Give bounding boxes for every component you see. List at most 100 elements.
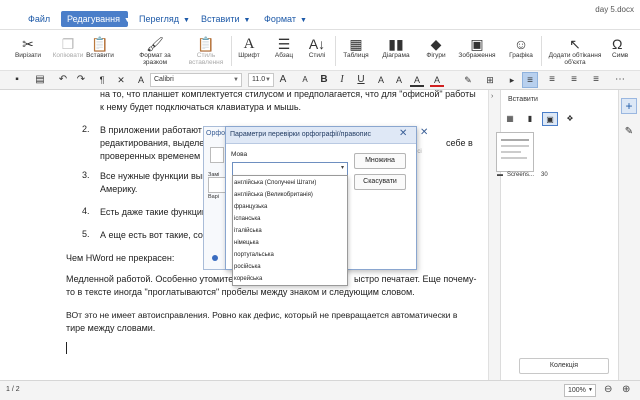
language-select[interactable]: ▾ bbox=[232, 162, 348, 176]
paste-label: Вставити bbox=[86, 52, 114, 59]
doc-line: Все нужные функции вын bbox=[100, 171, 208, 181]
paragraph-button[interactable]: ☰ Абзац bbox=[266, 36, 302, 68]
tab-chart-icon[interactable]: ▮ bbox=[522, 112, 538, 126]
language-option[interactable]: німецька bbox=[234, 238, 344, 249]
font-button[interactable]: A Шрифт bbox=[232, 36, 266, 68]
add-icon[interactable]: + bbox=[621, 98, 637, 114]
language-option[interactable]: іспанська bbox=[234, 214, 344, 225]
thumbnail-count: 30 bbox=[541, 172, 548, 178]
cancel-button[interactable]: Скасувати bbox=[354, 174, 406, 190]
image-button[interactable]: ▣ Зображення bbox=[454, 36, 500, 68]
chevron-down-icon: ▼ bbox=[588, 387, 593, 393]
print-icon[interactable]: ▤ bbox=[33, 73, 47, 87]
image-thumbnail[interactable] bbox=[496, 132, 534, 172]
paste-style-button[interactable]: 📋 Стиль вставлення bbox=[184, 36, 228, 68]
close-icon[interactable]: ✕ bbox=[420, 127, 428, 138]
chevron-right-icon[interactable]: › bbox=[491, 93, 493, 100]
menu-format-label: Формат bbox=[264, 14, 296, 24]
symbol-button[interactable]: Ω Симв bbox=[612, 36, 640, 68]
clear-format-icon[interactable]: ✕ bbox=[115, 73, 127, 87]
pen-icon[interactable]: ✎ bbox=[462, 73, 474, 87]
chevron-down-icon: ▼ bbox=[243, 17, 251, 24]
bold-icon[interactable]: B bbox=[318, 73, 330, 87]
italic-icon[interactable]: I bbox=[336, 73, 348, 87]
shrink-font-icon[interactable]: A bbox=[298, 73, 312, 87]
align-center-icon[interactable]: ≡ bbox=[544, 72, 560, 88]
wrap-button[interactable]: ↖ Додати обтікання об'єкта bbox=[544, 36, 606, 68]
language-option[interactable]: англійська (Великобританія) bbox=[234, 190, 344, 201]
wrap-label: Додати обтікання об'єкта bbox=[548, 52, 602, 66]
shapes-label: Фігури bbox=[426, 52, 446, 59]
language-option[interactable]: португальська bbox=[234, 250, 344, 261]
language-option[interactable]: французька bbox=[234, 202, 344, 213]
collection-button[interactable]: Колекція bbox=[519, 358, 609, 374]
paragraph-label: Абзац bbox=[274, 52, 294, 59]
font-color-icon[interactable]: A bbox=[410, 73, 424, 87]
styles-button[interactable]: A↓ Стилі bbox=[302, 36, 332, 68]
shapes-icon: ◆ bbox=[430, 36, 442, 52]
document-title: day 5.docx bbox=[595, 5, 634, 14]
chart-label: Діаграма bbox=[382, 52, 410, 59]
font-label: Шрифт bbox=[238, 52, 260, 59]
menu-edit[interactable]: Редагування ▼ bbox=[61, 11, 131, 27]
side-panel-title: Вставити bbox=[508, 96, 538, 103]
tab-image-icon[interactable]: ▣ bbox=[542, 112, 558, 126]
shapes-button[interactable]: ◆ Фігури bbox=[418, 36, 454, 68]
doc-line: себе в bbox=[446, 138, 473, 148]
grow-font-icon[interactable]: A bbox=[276, 73, 290, 87]
redo-icon[interactable]: ↷ bbox=[74, 73, 88, 87]
graphics-button[interactable]: ☺ Графіка bbox=[502, 36, 540, 68]
more-icon[interactable]: ▸ bbox=[506, 73, 518, 87]
zoom-in-icon[interactable]: ⊕ bbox=[622, 384, 630, 395]
menu-file[interactable]: Файл bbox=[28, 11, 50, 27]
insert-link-icon[interactable]: ⊞ bbox=[484, 73, 496, 87]
language-option[interactable]: італійська bbox=[234, 226, 344, 237]
underline-icon[interactable]: U bbox=[355, 73, 367, 87]
para-mark-icon[interactable]: ¶ bbox=[96, 73, 108, 87]
highlight-color-icon[interactable]: A bbox=[430, 73, 444, 87]
chevron-down-icon: ▼ bbox=[233, 77, 239, 83]
list-number: 4. bbox=[82, 206, 90, 216]
more-format-icon[interactable]: ⋯ bbox=[612, 72, 628, 88]
language-option[interactable]: корейська bbox=[234, 274, 344, 285]
save-icon[interactable]: ▪ bbox=[10, 73, 24, 87]
font-name-select[interactable]: Calibri ▼ bbox=[150, 73, 242, 87]
multiple-button[interactable]: Множина bbox=[354, 153, 406, 169]
align-right-icon[interactable]: ≡ bbox=[566, 72, 582, 88]
doc-line: Америку. bbox=[100, 184, 138, 194]
align-justify-icon[interactable]: ≡ bbox=[588, 72, 604, 88]
zoom-select[interactable]: 100% ▼ bbox=[564, 384, 596, 397]
paste-button[interactable]: 📋 Вставити bbox=[82, 36, 118, 68]
align-left-icon[interactable]: ≡ bbox=[522, 72, 538, 88]
doc-line: А еще есть вот такие, сово bbox=[100, 230, 213, 240]
chevron-down-icon: ▼ bbox=[265, 77, 271, 83]
help-dot-icon[interactable] bbox=[212, 255, 218, 261]
font-a-icon: A bbox=[243, 36, 255, 52]
chart-button[interactable]: ▮▮ Діаграма bbox=[376, 36, 416, 68]
replace-field[interactable] bbox=[208, 177, 226, 193]
symbol-label: Симв bbox=[612, 52, 629, 59]
cut-label: Вирізати bbox=[14, 52, 42, 59]
language-option[interactable]: англійська (Сполучені Штати) bbox=[234, 178, 344, 189]
menu-view[interactable]: Перегляд ▼ bbox=[139, 11, 190, 27]
tab-graphics-icon[interactable]: ❖ bbox=[562, 112, 578, 126]
tab-table-icon[interactable]: ▦ bbox=[502, 112, 518, 126]
subscript-icon[interactable]: A bbox=[393, 73, 405, 87]
table-button[interactable]: ▦ Таблиця bbox=[336, 36, 376, 68]
superscript-icon[interactable]: A bbox=[375, 73, 387, 87]
menu-insert[interactable]: Вставити ▼ bbox=[201, 11, 250, 27]
list-number: 5. bbox=[82, 229, 90, 239]
comment-icon[interactable]: ✎ bbox=[621, 124, 637, 140]
zoom-out-icon[interactable]: ⊖ bbox=[604, 384, 612, 395]
close-icon[interactable]: ✕ bbox=[399, 128, 407, 139]
paste-format-button[interactable]: 🖌 Формат за зразком bbox=[130, 36, 180, 68]
style-pick-icon[interactable]: A bbox=[135, 73, 147, 87]
styles-label: Стилі bbox=[308, 52, 326, 59]
list-number: 3. bbox=[82, 170, 90, 180]
spelling-field[interactable] bbox=[210, 147, 224, 163]
language-option[interactable]: російська bbox=[234, 262, 344, 273]
font-size-select[interactable]: 11.0 ▼ bbox=[248, 73, 274, 87]
undo-icon[interactable]: ↶ bbox=[56, 73, 70, 87]
status-bar bbox=[0, 380, 640, 400]
menu-format[interactable]: Формат ▼ bbox=[264, 11, 307, 27]
